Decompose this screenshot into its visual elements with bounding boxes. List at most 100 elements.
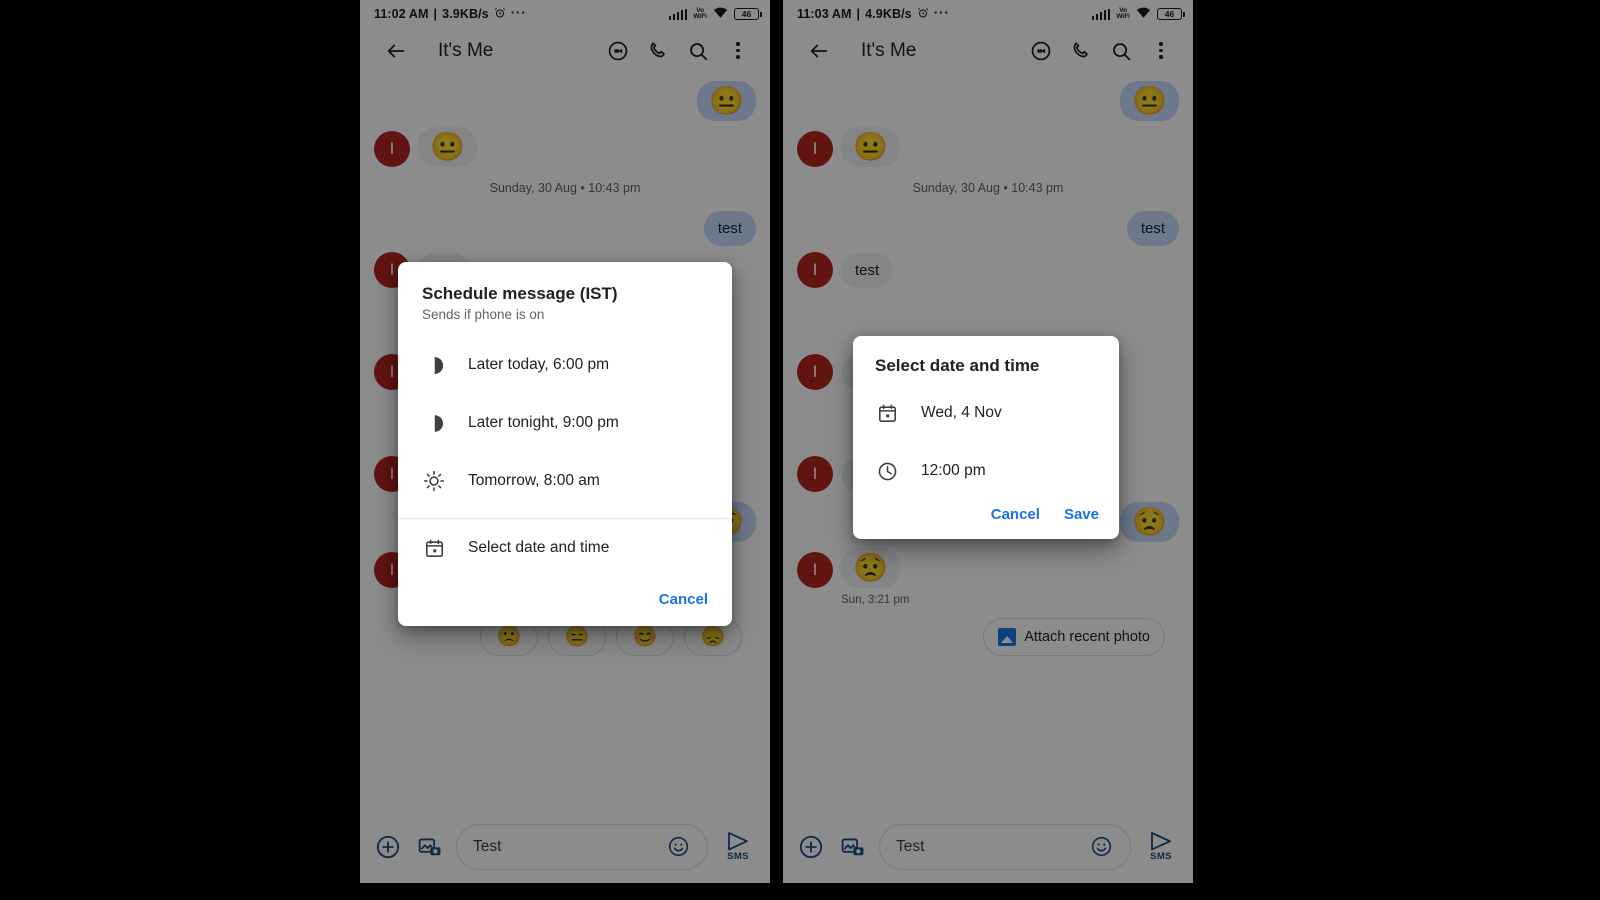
schedule-message-dialog[interactable]: Schedule message (IST) Sends if phone is… [398, 262, 732, 626]
vowifi-icon: Vo WiFi [1116, 7, 1130, 20]
gallery-camera-icon[interactable] [837, 831, 869, 863]
search-icon[interactable] [678, 31, 718, 71]
message-input-value[interactable]: Test [473, 838, 657, 856]
phone-call-icon[interactable] [1061, 31, 1101, 71]
message-timestamp: Sun, 3:21 pm [841, 594, 910, 606]
battery-level: 46 [1164, 9, 1175, 19]
message-row[interactable]: I 😐 [374, 127, 756, 167]
signal-bars-icon [668, 8, 688, 20]
add-attachment-icon[interactable] [372, 831, 404, 863]
select-date-time-dialog[interactable]: Select date and time Wed, 4 Nov 12:00 pm… [853, 336, 1119, 539]
message-bubble-outgoing[interactable]: test [1126, 211, 1179, 246]
message-input-value[interactable]: Test [896, 838, 1080, 856]
schedule-option-label: Later tonight, 9:00 pm [468, 414, 619, 431]
duo-video-call-icon[interactable] [1021, 31, 1061, 71]
message-input[interactable]: Test [456, 823, 708, 870]
dialog-actions[interactable]: Cancel [398, 577, 732, 626]
emoji-picker-icon[interactable] [665, 831, 691, 863]
back-arrow-icon[interactable] [799, 31, 839, 71]
calendar-icon [422, 536, 446, 560]
schedule-option-select-date-time[interactable]: Select date and time [398, 519, 732, 577]
send-button[interactable]: SMS [1141, 831, 1181, 862]
status-overflow-dots: ··· [933, 4, 950, 20]
dialog-subtitle: Sends if phone is on [422, 307, 545, 322]
avatar: I [797, 456, 833, 492]
schedule-option-tomorrow[interactable]: Tomorrow, 8:00 am [398, 452, 732, 510]
send-button-label: SMS [1150, 851, 1172, 862]
message-row[interactable]: I 😐 [797, 127, 1179, 167]
message-row[interactable]: 😐 [374, 81, 756, 121]
cancel-button[interactable]: Cancel [659, 591, 708, 608]
message-row[interactable]: test [374, 211, 756, 246]
compose-bar[interactable]: Test SMS [783, 810, 1193, 883]
time-picker-row[interactable]: 12:00 pm [853, 442, 1119, 500]
message-bubble-outgoing[interactable]: test [703, 211, 756, 246]
vowifi-icon: Vo WiFi [693, 7, 707, 20]
message-bubble-outgoing[interactable]: 😐 [697, 81, 756, 121]
emoji-picker-icon[interactable] [1088, 831, 1114, 863]
phone-screen-right: 11:03 AM | 4.9KB/s ··· Vo WiFi 46 It's M… [783, 0, 1193, 883]
dialog-title: Select date and time [875, 356, 1040, 375]
suggestion-chip-list[interactable]: Attach recent photo [797, 614, 1179, 664]
phone-call-icon[interactable] [638, 31, 678, 71]
day-separator: Sunday, 30 Aug • 10:43 pm [912, 181, 1064, 195]
schedule-option-label: Later today, 6:00 pm [468, 356, 610, 373]
network-speed: 4.9KB/s [865, 7, 912, 21]
schedule-option-later-tonight[interactable]: Later tonight, 9:00 pm [398, 394, 732, 452]
dialog-header: Schedule message (IST) Sends if phone is… [398, 262, 732, 322]
duo-video-call-icon[interactable] [598, 31, 638, 71]
photo-icon [998, 628, 1017, 646]
status-separator: | [856, 7, 861, 21]
clock-icon [875, 459, 899, 483]
wifi-icon [713, 7, 728, 22]
more-vert-icon[interactable] [718, 31, 758, 71]
date-picker-row[interactable]: Wed, 4 Nov [853, 384, 1119, 442]
more-vert-icon[interactable] [1141, 31, 1181, 71]
message-row[interactable]: I test [797, 252, 1179, 288]
message-bubble-incoming[interactable]: 😟 [841, 548, 900, 588]
status-bar-left: 11:02 AM | 3.9KB/s ··· [374, 4, 527, 22]
dialog-actions[interactable]: Cancel Save [853, 500, 1119, 539]
send-button[interactable]: SMS [718, 831, 758, 862]
chip-emoji: 😑 [564, 626, 590, 648]
battery-icon: 46 [734, 8, 762, 20]
alarm-clock-icon [917, 7, 929, 22]
avatar: I [797, 552, 833, 588]
message-bubble-incoming[interactable]: test [841, 253, 894, 288]
avatar: I [374, 131, 410, 167]
day-separator: Sunday, 30 Aug • 10:43 pm [489, 181, 641, 195]
message-row[interactable]: test [797, 211, 1179, 246]
dialog-header: Select date and time [853, 336, 1119, 376]
message-row[interactable]: I 😟 [797, 548, 1179, 588]
conversation-title: It's Me [861, 39, 917, 61]
cancel-button[interactable]: Cancel [991, 506, 1040, 523]
dialog-title: Schedule message (IST) [422, 284, 618, 303]
save-button[interactable]: Save [1064, 506, 1099, 523]
status-separator: | [433, 7, 438, 21]
status-overflow-dots: ··· [510, 4, 527, 20]
message-input[interactable]: Test [879, 823, 1131, 870]
app-bar: It's Me [783, 28, 1193, 73]
back-arrow-icon[interactable] [376, 31, 416, 71]
wifi-icon [1136, 7, 1151, 22]
message-bubble-outgoing[interactable]: 😐 [1120, 81, 1179, 121]
vowifi-line2: WiFi [693, 13, 707, 20]
avatar: I [797, 131, 833, 167]
message-bubble-outgoing[interactable]: 😟 [1120, 502, 1179, 542]
status-bar-right: Vo WiFi 46 [668, 7, 762, 22]
message-row[interactable]: 😐 [797, 81, 1179, 121]
schedule-option-later-today[interactable]: Later today, 6:00 pm [398, 336, 732, 394]
gallery-camera-icon[interactable] [414, 831, 446, 863]
app-bar: It's Me [360, 28, 770, 73]
compose-bar[interactable]: Test SMS [360, 810, 770, 883]
selected-date-value: Wed, 4 Nov [921, 404, 1002, 421]
message-bubble-incoming[interactable]: 😐 [418, 127, 477, 167]
suggestion-chip-attach-photo[interactable]: Attach recent photo [983, 618, 1165, 656]
chip-emoji: 😊 [632, 626, 658, 648]
status-bar: 11:03 AM | 4.9KB/s ··· Vo WiFi 46 [783, 0, 1193, 28]
add-attachment-icon[interactable] [795, 831, 827, 863]
message-bubble-incoming[interactable]: 😐 [841, 127, 900, 167]
search-icon[interactable] [1101, 31, 1141, 71]
signal-bars-icon [1091, 8, 1111, 20]
battery-icon: 46 [1157, 8, 1185, 20]
